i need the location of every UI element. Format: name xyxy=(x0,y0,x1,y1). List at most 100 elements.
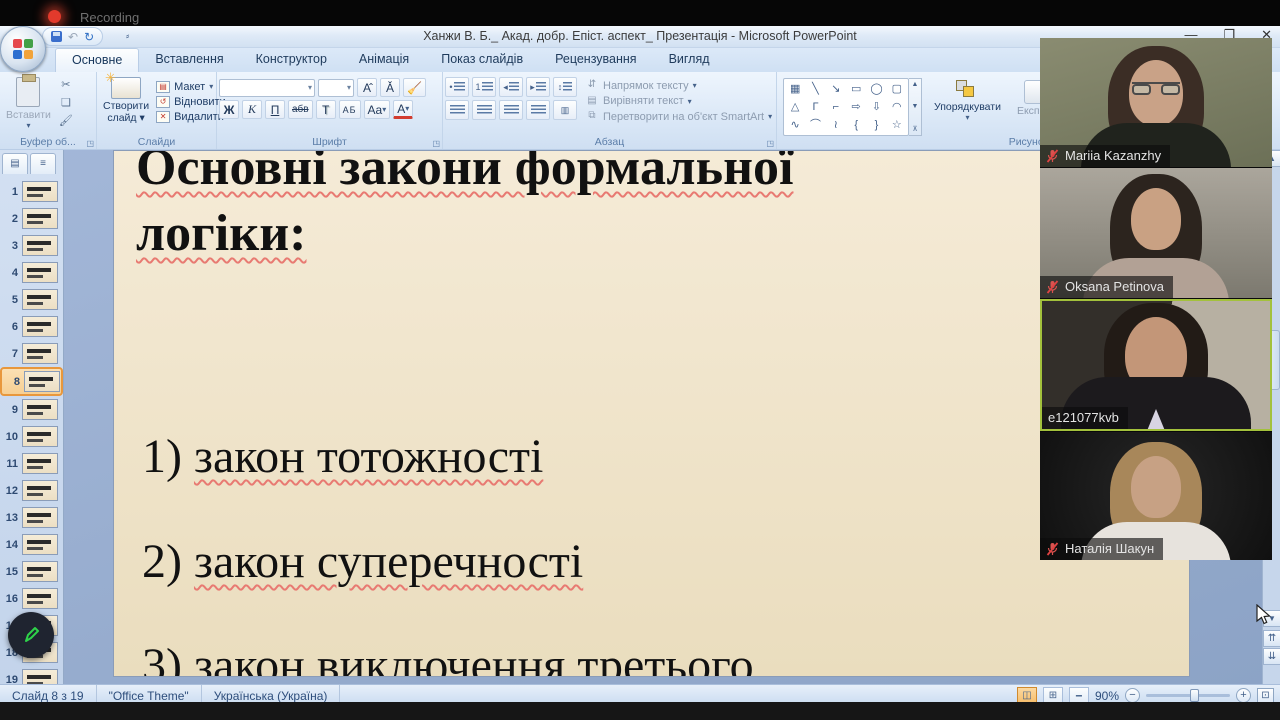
slide-thumbnail-14[interactable]: 14 xyxy=(0,531,63,558)
slide-thumbnail-image[interactable] xyxy=(24,371,60,392)
shape-icon-6[interactable]: ▢ xyxy=(892,83,902,95)
participant-tile[interactable]: Наталія Шакун xyxy=(1040,432,1272,560)
bold-button[interactable]: Ж xyxy=(219,100,239,119)
slide-thumbnail-image[interactable] xyxy=(22,399,58,420)
slide-item-1[interactable]: 1) закон тотожності xyxy=(142,429,543,484)
tab-slideshow[interactable]: Показ слайдів xyxy=(425,48,539,72)
convert-smartart-button[interactable]: ⧉ Перетворити на об'єкт SmartArt ▾ xyxy=(585,110,772,123)
shape-icon-2[interactable]: ╲ xyxy=(812,83,819,95)
slide-thumbnail-image[interactable] xyxy=(22,181,58,202)
underline-button[interactable]: П xyxy=(265,100,285,119)
participant-tile[interactable]: Mariia Kazanzhy xyxy=(1040,38,1272,167)
slide-item-3[interactable]: 3) закон виключення третього xyxy=(142,638,754,676)
slide-thumbnail-3[interactable]: 3 xyxy=(0,232,63,259)
slide-thumbnail-image[interactable] xyxy=(22,507,58,528)
slide-title[interactable]: Основні закони формальної логіки: xyxy=(136,151,876,267)
slide-thumbnail-image[interactable] xyxy=(22,235,58,256)
columns-button[interactable]: ▥ xyxy=(553,100,577,120)
tab-design[interactable]: Конструктор xyxy=(240,48,343,72)
slide-thumbnail-image[interactable] xyxy=(22,262,58,283)
align-text-button[interactable]: ▤ Вирівняти текст ▾ xyxy=(585,95,772,108)
slide-thumbnail-image[interactable] xyxy=(22,453,58,474)
shape-icon-4[interactable]: ▭ xyxy=(851,83,861,95)
shape-icon-18[interactable]: ☆ xyxy=(892,119,902,131)
text-shadow-button[interactable]: Т xyxy=(315,100,336,119)
new-slide-button[interactable]: Створити слайд ▾ xyxy=(99,70,153,126)
change-case-button[interactable]: Aa ▾ xyxy=(363,100,391,119)
shape-icon-14[interactable]: ⌒ xyxy=(810,119,821,131)
align-center-button[interactable] xyxy=(472,100,496,120)
outline-pane-tab[interactable]: ≡ xyxy=(30,153,56,174)
shrink-font-button[interactable]: А̌ xyxy=(380,78,400,97)
slide-thumbnail-image[interactable] xyxy=(22,208,58,229)
slide-thumbnail-image[interactable] xyxy=(22,289,58,310)
slide-thumbnail-10[interactable]: 10 xyxy=(0,423,63,450)
zoom-slider[interactable] xyxy=(1146,689,1230,702)
slide-thumbnail-16[interactable]: 16 xyxy=(0,585,63,612)
participant-tile[interactable]: Oksana Petinova xyxy=(1040,168,1272,298)
italic-button[interactable]: К xyxy=(242,100,262,119)
shapes-scroll-down-icon[interactable]: ▼ xyxy=(912,103,919,110)
shape-icon-1[interactable]: ▦ xyxy=(790,83,800,95)
bullets-button[interactable]: • xyxy=(445,77,469,97)
slide-thumbnail-4[interactable]: 4 xyxy=(0,259,63,286)
align-right-button[interactable] xyxy=(499,100,523,120)
slide-thumbnail-7[interactable]: 7 xyxy=(0,340,63,367)
slide-thumbnail-image[interactable] xyxy=(22,561,58,582)
slide-thumbnail-image[interactable] xyxy=(22,534,58,555)
slide-thumbnail-2[interactable]: 2 xyxy=(0,205,63,232)
paste-caret-icon[interactable]: ▾ xyxy=(26,121,30,130)
shape-icon-16[interactable]: { xyxy=(854,119,858,131)
tab-animations[interactable]: Анімація xyxy=(343,48,425,72)
paste-button[interactable]: Вставити ▾ xyxy=(2,74,55,132)
slide-thumbnail-9[interactable]: 9 xyxy=(0,396,63,423)
annotate-button[interactable] xyxy=(8,612,54,658)
shapes-scroll-more-icon[interactable]: ⊼ xyxy=(912,125,917,133)
zoom-out-button[interactable]: − xyxy=(1125,688,1140,703)
grow-font-button[interactable]: А̂ xyxy=(357,78,377,97)
slide-item-2[interactable]: 2) закон суперечності xyxy=(142,534,583,589)
zoom-level[interactable]: 90% xyxy=(1095,689,1119,703)
font-name-combo[interactable]: ▾ xyxy=(219,78,315,97)
tab-view[interactable]: Вигляд xyxy=(653,48,726,72)
slide-thumbnail-image[interactable] xyxy=(22,316,58,337)
shape-icon-11[interactable]: ⇩ xyxy=(872,101,881,113)
paragraph-dialog-launcher-icon[interactable]: ◳ xyxy=(766,139,774,148)
text-direction-button[interactable]: ⇵ Напрямок тексту ▾ xyxy=(585,79,772,92)
shape-icon-15[interactable]: ≀ xyxy=(834,119,838,131)
line-spacing-button[interactable]: ↕ xyxy=(553,77,577,97)
clipboard-dialog-launcher-icon[interactable]: ◳ xyxy=(86,139,94,148)
tab-insert[interactable]: Вставлення xyxy=(139,48,239,72)
slide-thumbnail-6[interactable]: 6 xyxy=(0,313,63,340)
shape-icon-13[interactable]: ∿ xyxy=(791,119,800,131)
slides-pane-tab[interactable]: ▤ xyxy=(2,153,28,174)
copy-button[interactable]: ❏ xyxy=(57,96,75,112)
strikethrough-button[interactable]: абв xyxy=(288,100,313,119)
slide-thumbnail-5[interactable]: 5 xyxy=(0,286,63,313)
slide-thumbnail-1[interactable]: 1 xyxy=(0,178,63,205)
font-dialog-launcher-icon[interactable]: ◳ xyxy=(432,139,440,148)
cut-button[interactable]: ✂ xyxy=(57,78,75,94)
slide-thumbnail-8[interactable]: 8 xyxy=(0,367,63,396)
align-left-button[interactable] xyxy=(445,100,469,120)
slide-thumbnail-15[interactable]: 15 xyxy=(0,558,63,585)
shape-icon-7[interactable]: △ xyxy=(791,101,799,113)
participant-tile-active-speaker[interactable]: e121077kvb xyxy=(1040,299,1272,431)
tab-review[interactable]: Рецензування xyxy=(539,48,652,72)
slide-thumbnail-image[interactable] xyxy=(22,426,58,447)
decrease-indent-button[interactable]: ◂ xyxy=(499,77,523,97)
justify-button[interactable] xyxy=(526,100,550,120)
arrange-button[interactable]: Упорядкувати ▾ xyxy=(930,75,1005,135)
shape-icon-9[interactable]: ⌐ xyxy=(833,101,839,113)
font-size-combo[interactable]: ▾ xyxy=(318,78,354,97)
shape-icon-3[interactable]: ↘ xyxy=(831,83,840,95)
format-painter-button[interactable]: 🖌 xyxy=(57,114,75,130)
zoom-in-button[interactable]: + xyxy=(1236,688,1251,703)
shape-icon-8[interactable]: Γ xyxy=(812,101,818,113)
shape-icon-5[interactable]: ◯ xyxy=(870,83,882,95)
next-slide-button[interactable]: ⇊ xyxy=(1263,648,1280,665)
shapes-scroll-up-icon[interactable]: ▲ xyxy=(912,81,919,88)
shapes-gallery[interactable]: ▦ ╲ ↘ ▭ ◯ ▢ △ Γ ⌐ ⇨ ⇩ ◠ ∿ ⌒ ≀ {} ☆ xyxy=(783,78,909,136)
slide-thumbnail-image[interactable] xyxy=(22,588,58,609)
slide-thumbnail-image[interactable] xyxy=(22,480,58,501)
